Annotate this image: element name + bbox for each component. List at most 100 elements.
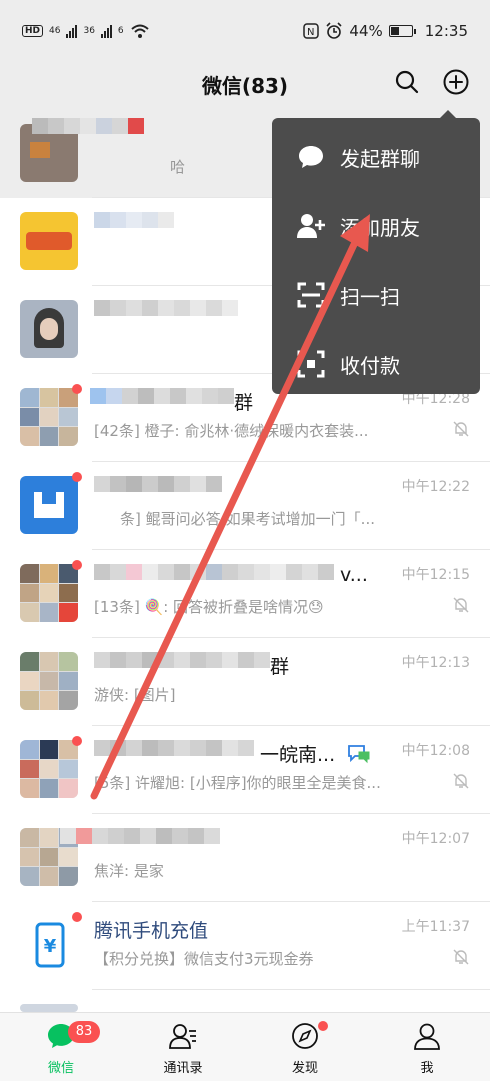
net-type-3: 6: [117, 26, 124, 36]
group-avatar: [20, 652, 78, 710]
chat-row[interactable]: ¥ 腾讯手机充值 【积分兑换】微信支付3元现金券 上午11:37: [0, 902, 490, 990]
discover-dot: [318, 1021, 328, 1031]
app-header: 微信(83): [0, 62, 490, 110]
battery-text: 44%: [349, 22, 383, 40]
tab-label: 发现: [291, 1061, 318, 1076]
svg-text:N: N: [307, 27, 314, 38]
tab-label: 通讯录: [163, 1061, 203, 1076]
tab-me[interactable]: 我: [366, 1013, 488, 1081]
clock: 12:35: [424, 22, 468, 40]
mute-bell-icon: [453, 421, 469, 437]
tab-label: 微信: [47, 1061, 74, 1076]
signal-icon: [100, 24, 112, 38]
chat-message: 焦洋: 是家: [94, 862, 164, 880]
chat-name: 一皖南...: [260, 744, 336, 766]
chat-name: 群: [270, 656, 290, 678]
blurred-name: [94, 212, 224, 228]
blurred-name: [32, 118, 162, 134]
compass-icon: [292, 1023, 318, 1049]
add-icon[interactable]: [442, 68, 470, 96]
unread-dot: [72, 560, 82, 570]
chat-time: 中午12:13: [401, 655, 470, 671]
status-bar: HD 46 36 6 N 44% 12:35: [0, 0, 490, 62]
menu-item-group-chat[interactable]: 发起群聊: [272, 122, 480, 191]
wifi-icon: [130, 24, 149, 38]
avatar: [20, 300, 78, 358]
tab-chats[interactable]: 83 微信: [0, 1013, 122, 1081]
avatar: [20, 476, 78, 534]
net-type-2: 36: [83, 26, 95, 36]
blurred-name: [90, 388, 234, 404]
profile-icon: [414, 1023, 440, 1050]
search-icon[interactable]: [393, 68, 421, 96]
chat-name: 腾讯手机充值: [94, 920, 209, 942]
battery-icon: [388, 25, 416, 37]
hd-icon: HD: [22, 25, 44, 37]
blurred-name: [94, 740, 260, 756]
chat-row[interactable]: 条] 鲲哥问必答:如果考试增加一门「... 中午12:22: [0, 462, 490, 550]
chat-row[interactable]: 焦洋: 是家 中午12:07: [0, 814, 490, 902]
blurred-name: [94, 564, 334, 580]
chat-message: 哈: [170, 158, 186, 176]
unread-dot: [72, 384, 82, 394]
menu-item-label: 收付款: [340, 354, 400, 378]
blurred-name: [60, 828, 220, 844]
chat-message: [13条] 🍭: 回答被折叠是啥情况😓: [94, 598, 324, 616]
menu-item-add-friend[interactable]: 添加朋友: [272, 191, 480, 260]
blurred-name: [94, 476, 222, 492]
blurred-name: [94, 300, 254, 316]
add-friend-icon: [297, 214, 325, 238]
group-avatar: [20, 564, 78, 622]
chat-time: 中午12:15: [401, 567, 470, 583]
payment-icon: [297, 350, 325, 378]
group-avatar: [20, 388, 78, 446]
blurred-name: [94, 652, 270, 668]
menu-item-payment[interactable]: 收付款: [272, 329, 480, 398]
chat-name: 群: [234, 392, 254, 414]
chat-message: 游侠: [图片]: [94, 686, 176, 704]
avatar: [20, 212, 78, 270]
chat-time: 中午12:07: [401, 831, 470, 847]
chat-message: 条] 鲲哥问必答:如果考试增加一门「...: [120, 510, 375, 528]
nfc-icon: N: [303, 23, 320, 39]
unread-dot: [72, 736, 82, 746]
tab-discover[interactable]: 发现: [244, 1013, 366, 1081]
chat-message: [5条] 许耀旭: [小程序]你的眼里全是美食...: [94, 774, 381, 792]
chat-bubble-icon: [299, 146, 323, 168]
phone-recharge-icon: ¥: [35, 922, 65, 968]
group-chat-icon: [348, 745, 370, 764]
tab-contacts[interactable]: 通讯录: [122, 1013, 244, 1081]
add-menu-popup: 发起群聊 添加朋友 扫一扫 收付款: [272, 110, 480, 394]
net-type-1: 46: [49, 26, 61, 36]
unread-dot: [72, 912, 82, 922]
mute-bell-icon: [453, 773, 469, 789]
chat-row[interactable]: [0, 990, 490, 1012]
bottom-tab-bar: 83 微信 通讯录 发现 我: [0, 1012, 490, 1081]
chat-time: 上午11:37: [401, 919, 470, 935]
chat-time: 中午12:08: [401, 743, 470, 759]
chat-row[interactable]: 一皖南... [5条] 许耀旭: [小程序]你的眼里全是美食... 中午12:0…: [0, 726, 490, 814]
scan-icon: [297, 282, 325, 308]
svg-text:¥: ¥: [44, 936, 57, 957]
menu-item-label: 添加朋友: [340, 216, 420, 240]
signal-icon: [66, 24, 78, 38]
group-avatar: [20, 740, 78, 798]
alarm-icon: [326, 22, 342, 39]
chat-message: [42条] 橙子: 俞兆林·德绒保暖内衣套装...: [94, 422, 369, 440]
contacts-icon: [169, 1024, 196, 1049]
chat-time: 中午12:22: [401, 479, 470, 495]
tab-label: 我: [420, 1061, 434, 1076]
mute-bell-icon: [453, 597, 469, 613]
menu-item-label: 发起群聊: [340, 147, 420, 171]
unread-badge: 83: [68, 1021, 100, 1043]
avatar: ¥: [20, 916, 78, 974]
chat-message: 【积分兑换】微信支付3元现金券: [94, 950, 314, 968]
unread-dot: [72, 472, 82, 482]
mute-bell-icon: [453, 949, 469, 965]
chat-row[interactable]: v... [13条] 🍭: 回答被折叠是啥情况😓 中午12:15: [0, 550, 490, 638]
chat-row[interactable]: 群 游侠: [图片] 中午12:13: [0, 638, 490, 726]
menu-item-label: 扫一扫: [340, 285, 400, 309]
menu-item-scan[interactable]: 扫一扫: [272, 260, 480, 329]
chat-name: v...: [340, 564, 368, 586]
avatar: [20, 1004, 78, 1012]
